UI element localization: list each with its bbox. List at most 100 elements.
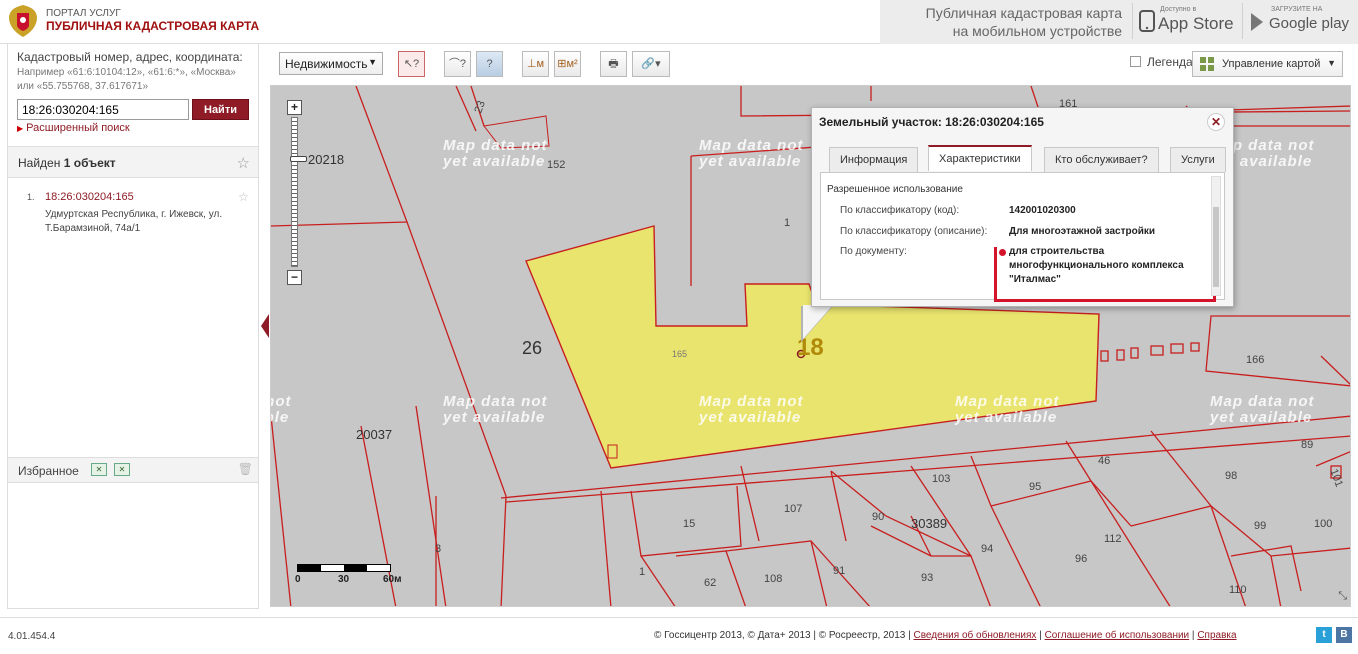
scale-label: 0 bbox=[295, 574, 301, 585]
star-icon[interactable]: ☆ bbox=[237, 154, 250, 172]
annotation-dot bbox=[999, 249, 1006, 256]
coat-of-arms-icon[interactable] bbox=[6, 3, 40, 39]
lasso-select-button[interactable]: ⌒? bbox=[444, 51, 471, 77]
plot-label: 93 bbox=[921, 572, 934, 584]
trash-icon[interactable]: 🗑 bbox=[238, 462, 253, 476]
map-watermark: Map data not yet available bbox=[443, 137, 548, 170]
plot-label: 1 bbox=[639, 566, 646, 578]
copyright-label: © Госсицентр 2013, © Дата+ 2013 | © Роср… bbox=[654, 630, 911, 641]
app-root: ПОРТАЛ УСЛУГ ПУБЛИЧНАЯ КАДАСТРОВАЯ КАРТА… bbox=[0, 0, 1358, 654]
plot-label: 152 bbox=[547, 159, 566, 171]
googleplay-small-text: ЗАГРУЗИТЕ НА bbox=[1271, 6, 1323, 13]
area-icon: ⊞м² bbox=[557, 58, 578, 70]
ruler-icon: ⊥м bbox=[526, 58, 545, 70]
scale-bar bbox=[297, 564, 391, 572]
map-watermark: Map data not yet available bbox=[1210, 393, 1315, 426]
search-hint-example: Например «61:6:10104:12», «61:6:*», «Мос… bbox=[17, 67, 236, 92]
google-play-icon bbox=[1251, 13, 1263, 31]
map-watermark: Map data not yet available bbox=[699, 137, 804, 170]
updates-link[interactable]: Сведения об обновлениях bbox=[914, 630, 1037, 641]
plot-label: 96 bbox=[1075, 553, 1088, 565]
zoom-in-button[interactable]: + bbox=[287, 100, 302, 115]
search-input[interactable] bbox=[17, 99, 189, 120]
collapse-panel-handle[interactable] bbox=[261, 314, 269, 338]
plot-label: 112 bbox=[1104, 533, 1122, 545]
header: ПОРТАЛ УСЛУГ ПУБЛИЧНАЯ КАДАСТРОВАЯ КАРТА… bbox=[0, 0, 1358, 44]
plot-label: 166 bbox=[1246, 354, 1265, 366]
version-text: 4.01.454.4 bbox=[8, 631, 56, 642]
chevron-down-icon: ▼ bbox=[368, 57, 377, 67]
advanced-search-link[interactable]: ▶ Расширенный поиск bbox=[17, 122, 130, 134]
measure-area-button[interactable]: ⊞м² bbox=[554, 51, 581, 77]
map-canvas[interactable]: Map data not yet available Map data not … bbox=[270, 85, 1351, 607]
plot-label: 103 bbox=[932, 473, 951, 485]
found-suffix: объект bbox=[73, 156, 116, 170]
resize-corner-icon[interactable]: ⤡ bbox=[1338, 590, 1347, 603]
measure-distance-button[interactable]: ⊥м bbox=[522, 51, 549, 77]
appstore-small-text: Доступно в bbox=[1160, 6, 1197, 13]
popup-pointer bbox=[803, 305, 833, 339]
row-key: По документу: bbox=[840, 246, 907, 257]
star-icon[interactable]: ☆ bbox=[238, 190, 249, 204]
appstore-button[interactable]: Доступно в App Store bbox=[1132, 3, 1238, 39]
legend-toggle[interactable]: Легенда bbox=[1130, 55, 1193, 69]
import-excel-icon[interactable]: ✕ bbox=[114, 463, 130, 476]
result-address: Удмуртская Республика, г. Ижевск, ул. Т.… bbox=[45, 209, 223, 234]
print-button[interactable]: 🖶 bbox=[600, 51, 627, 77]
info-window-button[interactable]: ? bbox=[476, 51, 503, 77]
identify-tool-button[interactable]: ↖? bbox=[398, 51, 425, 77]
plot-label: 100 bbox=[1314, 518, 1333, 530]
left-panel: Кадастровый номер, адрес, координата: На… bbox=[7, 44, 259, 609]
scrollbar-thumb[interactable] bbox=[1213, 207, 1219, 287]
zoom-slider[interactable] bbox=[290, 117, 307, 267]
portal-title[interactable]: ПУБЛИЧНАЯ КАДАСТРОВАЯ КАРТА bbox=[46, 19, 259, 33]
plot-label: 46 bbox=[1098, 455, 1111, 467]
apple-icon bbox=[1139, 10, 1155, 32]
map-watermark: Map data not yet available bbox=[271, 393, 292, 426]
legend-checkbox[interactable] bbox=[1130, 56, 1141, 67]
advanced-search-label: Расширенный поиск bbox=[26, 122, 130, 134]
mobile-promo-line2: на мобильном устройстве bbox=[952, 23, 1122, 39]
zoom-control: + − bbox=[287, 100, 307, 288]
plot-label: 95 bbox=[1029, 481, 1042, 493]
found-count: 1 bbox=[63, 156, 71, 170]
zoom-out-button[interactable]: − bbox=[287, 270, 302, 285]
result-cad-link[interactable]: 18:26:030204:165 bbox=[45, 191, 134, 203]
tab-info[interactable]: Информация bbox=[829, 147, 919, 172]
map-control-dropdown[interactable]: Управление картой ▼ bbox=[1192, 51, 1343, 77]
layer-select-value: Недвижимость bbox=[285, 57, 368, 71]
plot-label: 62 bbox=[704, 577, 717, 589]
appstore-big-text: App Store bbox=[1158, 14, 1234, 33]
export-excel-icon[interactable]: ✕ bbox=[91, 463, 107, 476]
link-button[interactable]: 🔗▾ bbox=[632, 51, 670, 77]
mobile-promo-text: Публичная кадастровая карта на мобильном… bbox=[926, 4, 1122, 40]
cursor-question-icon: ↖? bbox=[403, 58, 420, 70]
tab-services[interactable]: Услуги bbox=[1170, 147, 1226, 172]
help-link[interactable]: Справка bbox=[1197, 630, 1236, 641]
plot-label: 107 bbox=[784, 503, 803, 515]
vk-icon[interactable]: В bbox=[1336, 627, 1352, 643]
tab-who-serves[interactable]: Кто обслуживает? bbox=[1044, 147, 1159, 172]
plot-label: 89 bbox=[1301, 439, 1314, 451]
popup-body: Разрешенное использование По классификат… bbox=[820, 172, 1225, 302]
layer-select[interactable]: Недвижимость ▼ bbox=[279, 52, 383, 75]
info-icon: ? bbox=[486, 58, 493, 70]
googleplay-button[interactable]: ЗАГРУЗИТЕ НА Google play bbox=[1242, 3, 1358, 39]
terms-link[interactable]: Соглашение об использовании bbox=[1045, 630, 1190, 641]
portal-subtitle: ПОРТАЛ УСЛУГ bbox=[46, 8, 121, 19]
close-icon[interactable]: ✕ bbox=[1207, 113, 1225, 131]
results-header: Найден 1 объект ☆ bbox=[8, 146, 258, 178]
annotation-highlight bbox=[994, 247, 1216, 302]
tab-characteristics[interactable]: Характеристики bbox=[928, 145, 1032, 171]
zoom-slider-thumb[interactable] bbox=[290, 156, 307, 162]
plot-label: 108 bbox=[764, 573, 783, 585]
twitter-icon[interactable]: t bbox=[1316, 627, 1332, 643]
found-count-text: Найден 1 объект bbox=[18, 156, 116, 170]
grid-icon bbox=[1200, 57, 1214, 71]
plot-label: 1 bbox=[784, 217, 791, 229]
section-heading: Разрешенное использование bbox=[827, 184, 963, 195]
scale-label: 30 bbox=[338, 574, 350, 585]
popup-scrollbar[interactable] bbox=[1211, 176, 1221, 296]
copyright-text: © Госсицентр 2013, © Дата+ 2013 | © Роср… bbox=[654, 630, 1237, 641]
search-button[interactable]: Найти bbox=[192, 99, 249, 120]
